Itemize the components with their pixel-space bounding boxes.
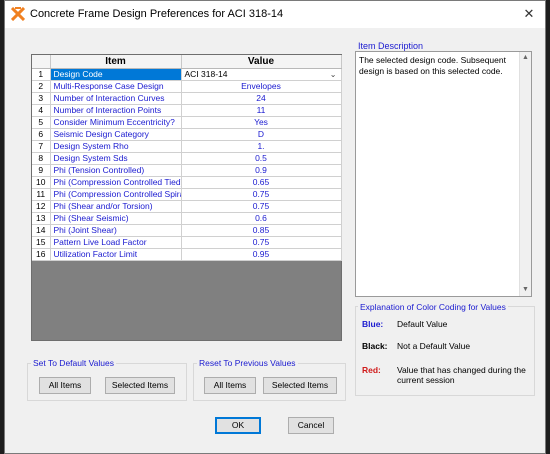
item-cell[interactable]: Phi (Tension Controlled) bbox=[50, 164, 182, 177]
row-number-cell[interactable]: 9 bbox=[32, 164, 51, 177]
value-cell[interactable]: 0.9 bbox=[181, 164, 342, 177]
value-cell[interactable]: Yes bbox=[181, 116, 342, 129]
item-cell[interactable]: Design System Rho bbox=[50, 140, 182, 153]
window-title: Concrete Frame Design Preferences for AC… bbox=[30, 8, 284, 20]
item-cell[interactable]: Phi (Joint Shear) bbox=[50, 224, 182, 237]
row-number-cell[interactable]: 12 bbox=[32, 200, 51, 213]
table-row[interactable]: 6 Seismic Design Category D bbox=[32, 128, 342, 141]
table-row[interactable]: 13 Phi (Shear Seismic) 0.6 bbox=[32, 212, 342, 225]
title-bar[interactable]: Concrete Frame Design Preferences for AC… bbox=[5, 1, 545, 28]
row-number-cell[interactable]: 11 bbox=[32, 188, 51, 201]
column-header-number bbox=[32, 55, 51, 69]
item-cell[interactable]: Phi (Compression Controlled Spiral) bbox=[50, 188, 182, 201]
dialog-window: Concrete Frame Design Preferences for AC… bbox=[4, 0, 546, 454]
item-cell[interactable]: Design System Sds bbox=[50, 152, 182, 165]
row-number-cell[interactable]: 14 bbox=[32, 224, 51, 237]
table-row[interactable]: 4 Number of Interaction Points 11 bbox=[32, 104, 342, 117]
reset-previous-selected-items-button[interactable]: Selected Items bbox=[263, 377, 337, 394]
chevron-down-icon[interactable]: ⌄ bbox=[330, 69, 337, 80]
value-cell[interactable]: D bbox=[181, 128, 342, 141]
item-cell[interactable]: Design Code bbox=[50, 68, 182, 81]
value-cell[interactable]: 0.75 bbox=[181, 200, 342, 213]
row-number-cell[interactable]: 16 bbox=[32, 248, 51, 261]
table-row[interactable]: 11 Phi (Compression Controlled Spiral) 0.7… bbox=[32, 188, 342, 201]
item-description-box: The selected design code. Subsequent des… bbox=[355, 51, 532, 297]
row-number-cell[interactable]: 15 bbox=[32, 236, 51, 249]
item-cell[interactable]: Phi (Shear and/or Torsion) bbox=[50, 200, 182, 213]
item-cell[interactable]: Utilization Factor Limit bbox=[50, 248, 182, 261]
row-number-cell[interactable]: 13 bbox=[32, 212, 51, 225]
ok-button[interactable]: OK bbox=[215, 417, 261, 434]
value-cell[interactable]: Envelopes bbox=[181, 80, 342, 93]
value-cell[interactable]: 0.75 bbox=[181, 188, 342, 201]
value-cell[interactable]: 0.5 bbox=[181, 152, 342, 165]
preferences-grid: Item Value 1 Design Code ACI 318-14 ⌄ 2 Multi… bbox=[31, 54, 342, 341]
value-cell[interactable]: 0.65 bbox=[181, 176, 342, 189]
row-number-cell[interactable]: 1 bbox=[32, 68, 51, 81]
legend-key-red: Red: bbox=[362, 365, 381, 375]
legend-desc-red: Value that has changed during the curren… bbox=[397, 365, 526, 385]
table-row[interactable]: 7 Design System Rho 1. bbox=[32, 140, 342, 153]
item-cell[interactable]: Consider Minimum Eccentricity? bbox=[50, 116, 182, 129]
table-header-row: Item Value bbox=[32, 55, 342, 69]
design-code-dropdown[interactable]: ACI 318-14 ⌄ bbox=[181, 68, 342, 81]
item-cell[interactable]: Seismic Design Category bbox=[50, 128, 182, 141]
item-cell[interactable]: Pattern Live Load Factor bbox=[50, 236, 182, 249]
row-number-cell[interactable]: 7 bbox=[32, 140, 51, 153]
legend-desc-blue: Default Value bbox=[397, 319, 448, 329]
value-cell[interactable]: 1. bbox=[181, 140, 342, 153]
table-row[interactable]: 16 Utilization Factor Limit 0.95 bbox=[32, 248, 342, 261]
value-cell[interactable]: 0.95 bbox=[181, 248, 342, 261]
item-cell[interactable]: Number of Interaction Curves bbox=[50, 92, 182, 105]
reset-previous-label: Reset To Previous Values bbox=[197, 358, 298, 368]
item-description-label: Item Description bbox=[358, 41, 424, 51]
row-number-cell[interactable]: 3 bbox=[32, 92, 51, 105]
value-cell[interactable]: 0.85 bbox=[181, 224, 342, 237]
description-scrollbar[interactable]: ▲ ▼ bbox=[519, 52, 531, 296]
scroll-up-icon[interactable]: ▲ bbox=[520, 52, 531, 64]
table-row[interactable]: 15 Pattern Live Load Factor 0.75 bbox=[32, 236, 342, 249]
table-row[interactable]: 3 Number of Interaction Curves 24 bbox=[32, 92, 342, 105]
design-code-value: ACI 318-14 bbox=[184, 68, 228, 79]
table-row[interactable]: 1 Design Code ACI 318-14 ⌄ bbox=[32, 68, 342, 81]
legend-desc-black: Not a Default Value bbox=[397, 341, 471, 351]
color-legend-label: Explanation of Color Coding for Values bbox=[358, 302, 508, 312]
item-cell[interactable]: Phi (Compression Controlled Tied) bbox=[50, 176, 182, 189]
row-number-cell[interactable]: 4 bbox=[32, 104, 51, 117]
value-cell[interactable]: 0.75 bbox=[181, 236, 342, 249]
row-number-cell[interactable]: 8 bbox=[32, 152, 51, 165]
legend-key-blue: Blue: bbox=[362, 319, 384, 329]
table-row[interactable]: 10 Phi (Compression Controlled Tied) 0.65 bbox=[32, 176, 342, 189]
item-cell[interactable]: Phi (Shear Seismic) bbox=[50, 212, 182, 225]
column-header-item[interactable]: Item bbox=[50, 55, 182, 69]
reset-previous-all-items-button[interactable]: All Items bbox=[204, 377, 256, 394]
value-cell[interactable]: 11 bbox=[181, 104, 342, 117]
column-header-value[interactable]: Value bbox=[181, 55, 342, 69]
preferences-table: Item Value 1 Design Code ACI 318-14 ⌄ 2 Multi… bbox=[32, 55, 342, 261]
value-cell[interactable]: 0.6 bbox=[181, 212, 342, 225]
cancel-button[interactable]: Cancel bbox=[288, 417, 334, 434]
table-row[interactable]: 12 Phi (Shear and/or Torsion) 0.75 bbox=[32, 200, 342, 213]
row-number-cell[interactable]: 5 bbox=[32, 116, 51, 129]
set-default-label: Set To Default Values bbox=[31, 358, 116, 368]
item-description-text: The selected design code. Subsequent des… bbox=[359, 55, 506, 76]
value-cell[interactable]: 24 bbox=[181, 92, 342, 105]
table-row[interactable]: 2 Multi-Response Case Design Envelopes bbox=[32, 80, 342, 93]
table-row[interactable]: 14 Phi (Joint Shear) 0.85 bbox=[32, 224, 342, 237]
set-default-selected-items-button[interactable]: Selected Items bbox=[105, 377, 175, 394]
scroll-down-icon[interactable]: ▼ bbox=[520, 284, 531, 296]
close-icon[interactable]: ✕ bbox=[519, 5, 539, 23]
row-number-cell[interactable]: 2 bbox=[32, 80, 51, 93]
set-default-all-items-button[interactable]: All Items bbox=[39, 377, 91, 394]
app-logo-icon bbox=[11, 7, 25, 21]
row-number-cell[interactable]: 6 bbox=[32, 128, 51, 141]
item-cell[interactable]: Number of Interaction Points bbox=[50, 104, 182, 117]
row-number-cell[interactable]: 10 bbox=[32, 176, 51, 189]
item-cell[interactable]: Multi-Response Case Design bbox=[50, 80, 182, 93]
legend-key-black: Black: bbox=[362, 341, 388, 351]
table-row[interactable]: 5 Consider Minimum Eccentricity? Yes bbox=[32, 116, 342, 129]
table-row[interactable]: 9 Phi (Tension Controlled) 0.9 bbox=[32, 164, 342, 177]
table-row[interactable]: 8 Design System Sds 0.5 bbox=[32, 152, 342, 165]
